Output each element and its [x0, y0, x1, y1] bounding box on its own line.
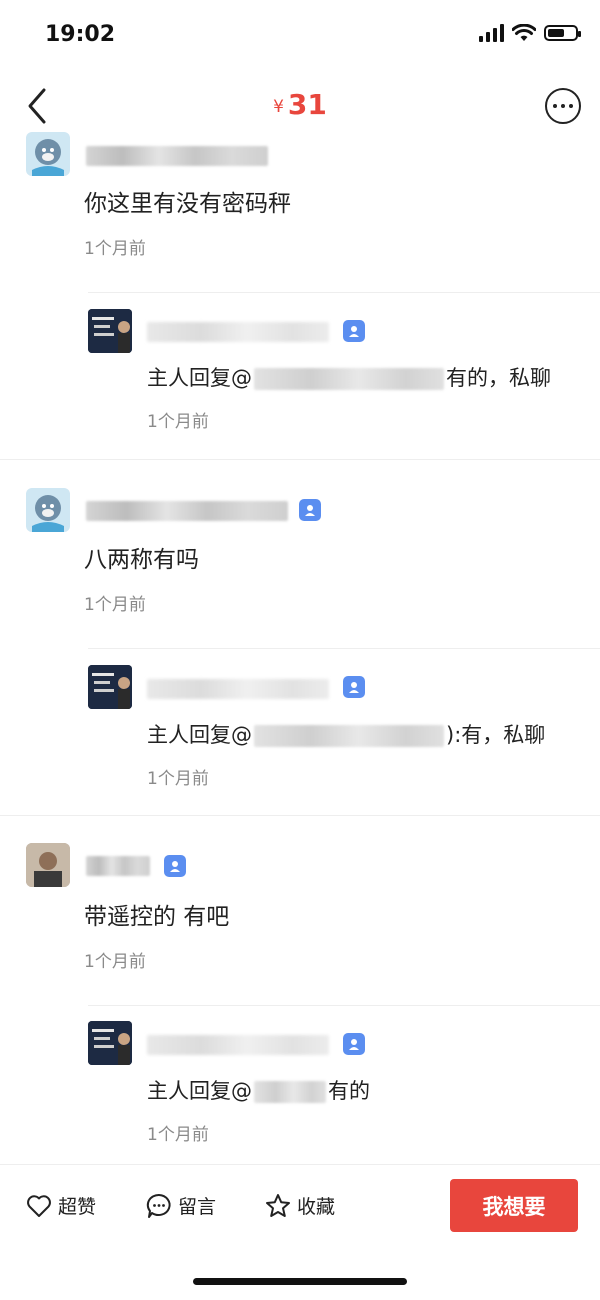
favorite-label: 收藏: [297, 1196, 336, 1218]
seller-name-redacted: [147, 1035, 329, 1055]
divider: [0, 459, 600, 460]
comment-text: 带遥控的 有吧: [84, 904, 230, 930]
status-icons: [479, 24, 581, 42]
username-redacted: [86, 146, 268, 166]
mention-redacted: [254, 1081, 326, 1103]
price-value: 31: [287, 88, 327, 121]
chat-bubble-icon: [146, 1193, 171, 1218]
reply-text: 主人回复@ 有的，私聊: [147, 366, 551, 390]
username-redacted: [86, 856, 150, 876]
heart-icon: [27, 1194, 51, 1217]
reply-time: 1个月前: [147, 1125, 209, 1145]
reply-time: 1个月前: [147, 412, 209, 432]
divider: [88, 648, 600, 649]
comment-time: 1个月前: [84, 952, 146, 972]
cellular-signal-icon: [479, 24, 504, 42]
reply-text: 主人回复@):有，私聊: [147, 723, 546, 747]
comment-time: 1个月前: [84, 595, 146, 615]
username-redacted: [86, 501, 288, 521]
favorite-button[interactable]: 收藏: [265, 1192, 335, 1219]
price-currency: ¥: [273, 97, 284, 117]
like-label: 超赞: [58, 1196, 97, 1218]
divider: [0, 815, 600, 816]
comment-text: 八两称有吗: [84, 547, 199, 573]
divider: [88, 292, 600, 293]
status-time: 19:02: [45, 22, 116, 47]
seller-avatar[interactable]: [88, 309, 132, 353]
seller-badge-icon: [343, 676, 365, 698]
user-badge-icon: [299, 499, 321, 521]
user-badge-icon: [164, 855, 186, 877]
divider: [88, 1005, 600, 1006]
seller-badge-icon: [343, 320, 365, 342]
star-icon: [266, 1193, 290, 1217]
comment-time: 1个月前: [84, 239, 146, 259]
reply-time: 1个月前: [147, 769, 209, 789]
seller-avatar[interactable]: [88, 665, 132, 709]
mention-redacted: [254, 725, 444, 747]
commenter-avatar[interactable]: [26, 488, 70, 532]
commenter-avatar[interactable]: [26, 132, 70, 176]
home-indicator[interactable]: [193, 1278, 407, 1285]
seller-name-redacted: [147, 679, 329, 699]
comment-text: 你这里有没有密码秤: [84, 191, 291, 217]
like-button[interactable]: 超赞: [26, 1192, 96, 1219]
comment-label: 留言: [178, 1196, 217, 1218]
battery-icon: [544, 25, 581, 41]
want-button[interactable]: 我想要: [450, 1179, 578, 1232]
wifi-icon: [512, 24, 536, 41]
seller-badge-icon: [343, 1033, 365, 1055]
price: ¥31: [0, 88, 600, 121]
mention-redacted: [254, 368, 444, 390]
comment-button[interactable]: 留言: [146, 1192, 216, 1219]
seller-avatar[interactable]: [88, 1021, 132, 1065]
reply-text: 主人回复@ 有的: [147, 1079, 370, 1103]
seller-name-redacted: [147, 322, 329, 342]
commenter-avatar[interactable]: [26, 843, 70, 887]
more-options-icon[interactable]: [545, 88, 581, 124]
